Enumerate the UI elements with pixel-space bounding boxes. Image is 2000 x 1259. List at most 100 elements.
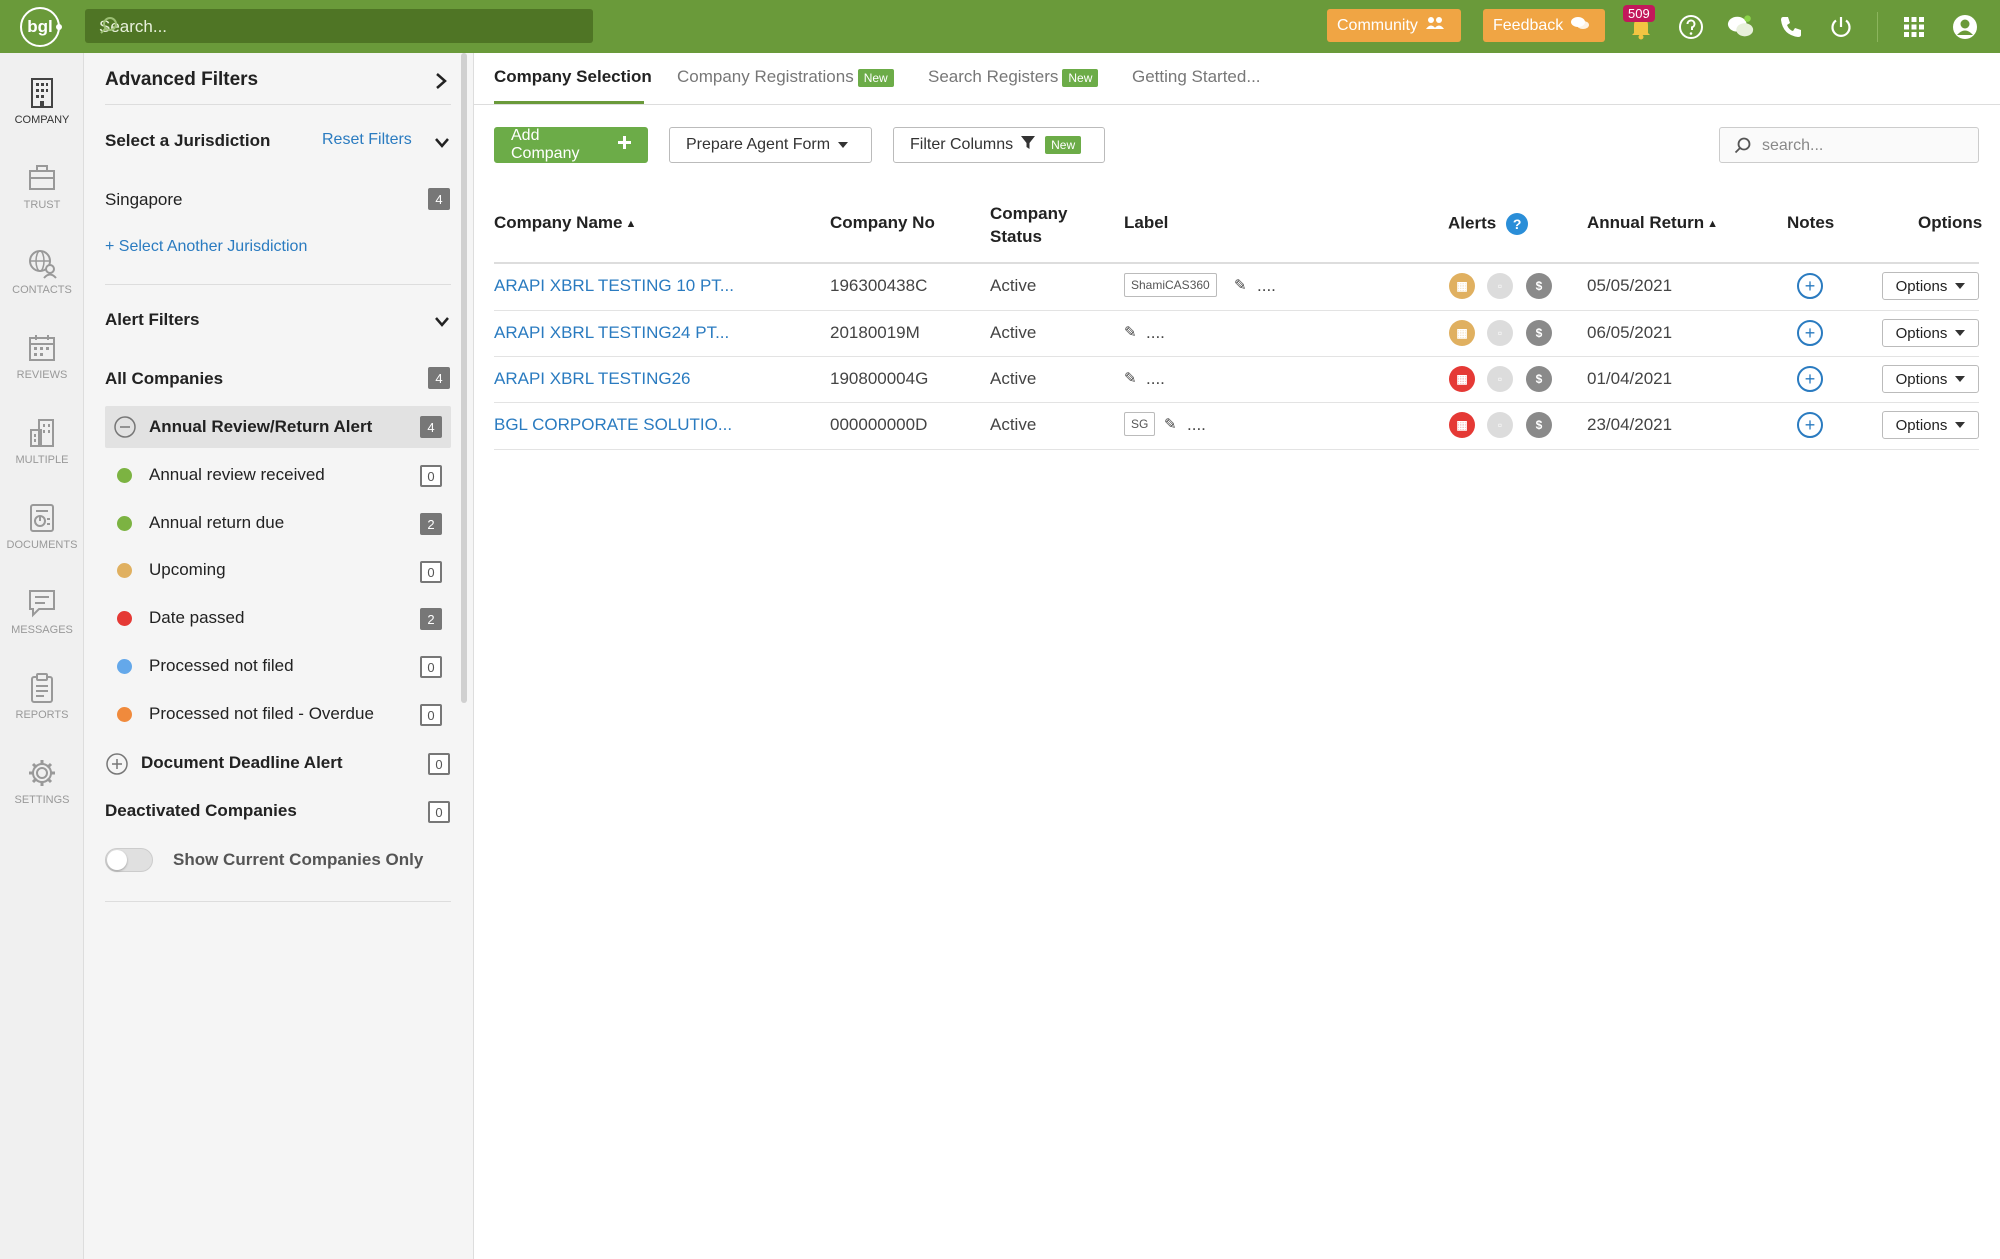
filter-all-companies[interactable]: All Companies (105, 369, 223, 389)
column-header-company-name[interactable]: Company Name ▲ (494, 213, 636, 233)
global-search-input[interactable]: Search... (85, 9, 593, 43)
annual-return-date: 05/05/2021 (1587, 276, 1673, 295)
tab-company-registrations[interactable]: Company Registrations New (677, 67, 894, 87)
filter-annual-alert: Annual Review/Return Alert (149, 417, 373, 436)
alert-count: 2 (420, 608, 442, 630)
company-name-link[interactable]: ARAPI XBRL TESTING 10 PT... (494, 276, 734, 296)
add-jurisdiction-link[interactable]: + Select Another Jurisdiction (105, 238, 307, 256)
power-icon[interactable] (1827, 13, 1855, 41)
prepare-agent-form-button[interactable]: Prepare Agent Form (669, 127, 872, 163)
pencil-icon[interactable]: ✎ (1164, 415, 1177, 433)
company-name-link[interactable]: BGL CORPORATE SOLUTIO... (494, 415, 732, 435)
pencil-icon[interactable]: ✎ (1234, 276, 1247, 294)
community-button[interactable]: Community (1327, 9, 1461, 42)
caret-down-icon (1955, 376, 1966, 382)
feedback-label: Feedback (1493, 16, 1564, 34)
tab-company-selection[interactable]: Company Selection (494, 67, 652, 87)
nav-multiple[interactable]: MULTIPLE (0, 407, 84, 491)
caret-down-icon (1955, 422, 1966, 428)
filter-annual-return-due[interactable]: Annual return due (149, 513, 284, 533)
app-grid-icon[interactable] (1900, 13, 1928, 41)
filter-processed-not-filed[interactable]: Processed not filed (149, 656, 294, 676)
alert-count: 2 (420, 513, 442, 535)
chevron-down-icon[interactable] (434, 313, 450, 333)
filter-upcoming[interactable]: Upcoming (149, 560, 226, 580)
nav-documents-label: DOCUMENTS (6, 539, 78, 551)
reset-filters-link[interactable]: Reset Filters (322, 131, 412, 149)
document-alert-icon[interactable]: ▫ (1487, 273, 1513, 299)
options-label: Options (1895, 416, 1948, 434)
globe-contacts-icon (29, 250, 57, 279)
tab-search-registers[interactable]: Search Registers New (928, 67, 1099, 87)
nav-contacts[interactable]: CONTACTS (0, 237, 84, 321)
filter-document-deadline[interactable]: Document Deadline Alert (141, 753, 343, 773)
add-note-icon[interactable]: + (1797, 273, 1823, 299)
collapse-circle-icon[interactable] (113, 415, 137, 444)
calendar-alert-icon[interactable]: ▦ (1449, 366, 1475, 392)
filter-columns-button[interactable]: Filter Columns New (893, 127, 1105, 163)
nav-trust[interactable]: TRUST (0, 152, 84, 236)
nav-reports-label: REPORTS (15, 709, 69, 721)
caret-down-icon (838, 142, 849, 148)
messages-icon (29, 590, 55, 618)
row-options-button[interactable]: Options (1882, 365, 1979, 393)
pencil-icon[interactable]: ✎ (1124, 323, 1137, 341)
nav-messages[interactable]: MESSAGES (0, 577, 84, 661)
bgl-logo[interactable]: bgl (20, 7, 62, 47)
company-label-tag: SG (1124, 412, 1156, 436)
calendar-alert-icon[interactable]: ▦ (1449, 320, 1475, 346)
row-options-button[interactable]: Options (1882, 411, 1979, 439)
chevron-right-icon[interactable] (435, 72, 447, 95)
filter-date-passed[interactable]: Date passed (149, 608, 244, 628)
filter-processed-not-filed-overdue[interactable]: Processed not filed - Overdue (149, 704, 374, 724)
calendar-alert-icon[interactable]: ▦ (1449, 273, 1475, 299)
pencil-icon[interactable]: ✎ (1124, 369, 1137, 387)
tab-getting-started[interactable]: Getting Started... (1132, 67, 1261, 87)
add-note-icon[interactable]: + (1797, 320, 1823, 346)
calendar-alert-icon[interactable]: ▦ (1449, 412, 1475, 438)
filter-deactivated[interactable]: Deactivated Companies (105, 801, 297, 821)
user-account-icon[interactable] (1951, 13, 1979, 41)
nav-reports[interactable]: REPORTS (0, 662, 84, 746)
nav-documents[interactable]: DOCUMENTS (0, 492, 84, 576)
company-name-link[interactable]: ARAPI XBRL TESTING26 (494, 369, 691, 389)
document-alert-icon[interactable]: ▫ (1487, 366, 1513, 392)
company-search-input[interactable]: search... (1719, 127, 1979, 163)
jurisdiction-singapore[interactable]: Singapore (105, 190, 183, 210)
nav-settings-label: SETTINGS (14, 794, 70, 806)
nav-company[interactable]: COMPANY (0, 67, 84, 151)
dollar-alert-icon[interactable]: $ (1526, 273, 1552, 299)
nav-settings[interactable]: SETTINGS (0, 747, 84, 831)
add-company-button[interactable]: Add Company (494, 127, 648, 163)
column-header-notes: Notes (1787, 213, 1835, 232)
tab-label: Company Selection (494, 67, 652, 86)
add-note-icon[interactable]: + (1797, 412, 1823, 438)
nav-reviews[interactable]: REVIEWS (0, 322, 84, 406)
chat-icon[interactable] (1727, 13, 1755, 41)
dollar-alert-icon[interactable]: $ (1526, 412, 1552, 438)
chevron-down-icon[interactable] (434, 134, 450, 154)
column-header-annual-return[interactable]: Annual Return ▲ (1587, 213, 1718, 233)
header-label: Alerts (1448, 213, 1497, 233)
document-alert-icon[interactable]: ▫ (1487, 320, 1513, 346)
company-name-link[interactable]: ARAPI XBRL TESTING24 PT... (494, 323, 729, 343)
jurisdiction-label: Select a Jurisdiction (105, 131, 271, 150)
row-options-button[interactable]: Options (1882, 272, 1979, 300)
current-companies-toggle[interactable] (105, 848, 153, 872)
chat-bubbles-icon (1571, 16, 1590, 35)
dollar-alert-icon[interactable]: $ (1526, 366, 1552, 392)
feedback-button[interactable]: Feedback (1483, 9, 1605, 42)
phone-icon[interactable] (1777, 13, 1805, 41)
dollar-alert-icon[interactable]: $ (1526, 320, 1552, 346)
help-icon[interactable] (1677, 13, 1705, 41)
expand-circle-icon[interactable] (105, 752, 129, 781)
deactivated-count: 0 (428, 801, 450, 823)
label-dots: .... (1257, 276, 1276, 295)
filter-panel-scrollbar[interactable] (461, 53, 467, 703)
document-alert-icon[interactable]: ▫ (1487, 412, 1513, 438)
annual-return-date: 06/05/2021 (1587, 323, 1673, 342)
help-icon[interactable]: ? (1506, 213, 1529, 235)
filter-annual-review-received[interactable]: Annual review received (149, 465, 325, 485)
add-note-icon[interactable]: + (1797, 366, 1823, 392)
row-options-button[interactable]: Options (1882, 319, 1979, 347)
